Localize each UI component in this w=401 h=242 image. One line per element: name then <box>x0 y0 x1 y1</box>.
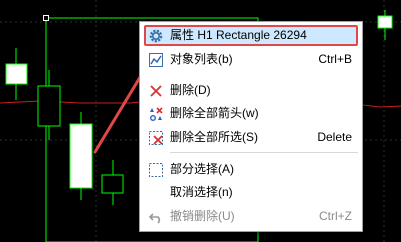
undo-icon <box>148 209 164 225</box>
menu-item-label: 取消选择(n) <box>170 185 233 199</box>
menu-separator <box>170 152 358 153</box>
menu-item-partial-select[interactable]: 部分选择(A) <box>144 159 358 180</box>
menu-item-properties[interactable]: 属性 H1 Rectangle 26294 <box>144 25 358 46</box>
partial-select-icon <box>148 162 164 178</box>
menu-item-label: 对象列表(b) <box>170 52 233 66</box>
menu-item-label: 撤销删除(U) <box>170 209 235 223</box>
object-list-icon <box>148 52 164 68</box>
menu-item-object-list[interactable]: 对象列表(b) Ctrl+B <box>144 49 358 70</box>
menu-item-label: 部分选择(A) <box>170 162 234 176</box>
delete-selected-icon <box>148 130 164 146</box>
menu-item-undo-delete[interactable]: 撤销删除(U) Ctrl+Z <box>144 206 358 227</box>
menu-item-label: 属性 H1 Rectangle 26294 <box>170 28 307 42</box>
menu-item-label: 删除全部箭头(w) <box>170 106 259 120</box>
delete-x-icon <box>148 83 164 99</box>
menu-item-label: 删除全部所选(S) <box>170 130 258 144</box>
indicator-line <box>0 100 140 104</box>
gear-icon <box>148 28 164 44</box>
selection-marker-top-left[interactable] <box>43 15 49 21</box>
candle <box>37 70 61 140</box>
menu-item-deselect[interactable]: 取消选择(n) <box>144 182 358 203</box>
menu-item-label: 删除(D) <box>170 83 211 97</box>
menu-item-shortcut: Ctrl+B <box>318 52 352 66</box>
delete-arrows-icon <box>148 106 164 122</box>
menu-item-shortcut: Delete <box>317 130 352 144</box>
candle <box>69 112 93 200</box>
candle <box>5 48 28 100</box>
menu-item-delete[interactable]: 删除(D) <box>144 80 358 101</box>
menu-item-delete-all-arrows[interactable]: 删除全部箭头(w) <box>144 103 358 124</box>
candle <box>101 160 124 205</box>
menu-item-shortcut: Ctrl+Z <box>319 209 352 223</box>
context-menu[interactable]: 属性 H1 Rectangle 26294 对象列表(b) Ctrl+B 删除(… <box>139 21 363 232</box>
candle <box>377 10 393 40</box>
menu-item-delete-all-selected[interactable]: 删除全部所选(S) Delete <box>144 127 358 148</box>
indicator-line-right <box>362 104 401 108</box>
